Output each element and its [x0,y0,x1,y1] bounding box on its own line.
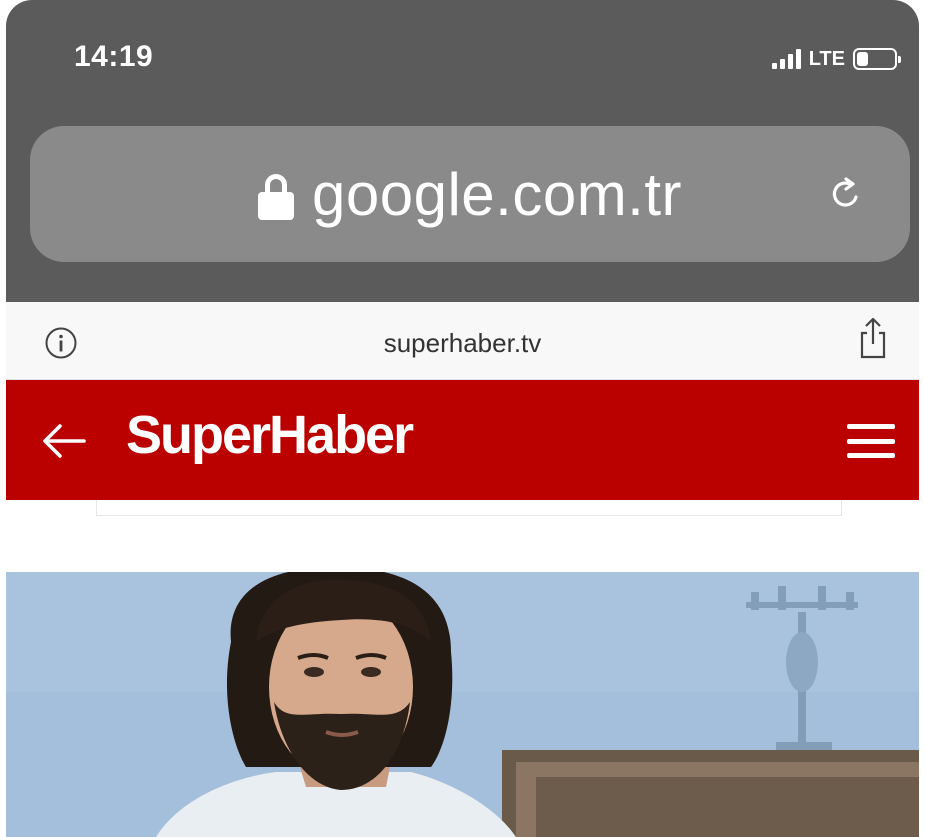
share-icon[interactable] [857,316,889,360]
site-header: SuperHaber [6,380,919,500]
ad-placeholder [96,500,842,516]
lock-icon [257,174,294,220]
site-info-bar: superhaber.tv [6,302,919,380]
status-bar: 14:19 LTE [6,0,919,110]
browser-chrome: 14:19 LTE google.com.tr [6,0,919,302]
battery-fill [857,52,868,66]
article-hero-image [6,572,919,837]
site-logo[interactable]: SuperHaber [126,404,414,466]
phone-screen: 14:19 LTE google.com.tr superhaber.tv Su… [6,0,919,837]
status-indicators: LTE [771,46,901,72]
site-url[interactable]: superhaber.tv [6,328,919,359]
address-bar[interactable]: google.com.tr [30,126,910,262]
hamburger-menu-icon[interactable] [847,424,895,458]
battery-icon [853,48,901,70]
signal-icon [771,49,801,69]
network-type: LTE [808,47,845,70]
hero-photo [6,572,919,837]
back-arrow-icon[interactable] [40,422,88,460]
status-time: 14:19 [74,40,154,73]
reload-icon[interactable] [826,174,866,214]
address-text: google.com.tr [311,160,682,228]
